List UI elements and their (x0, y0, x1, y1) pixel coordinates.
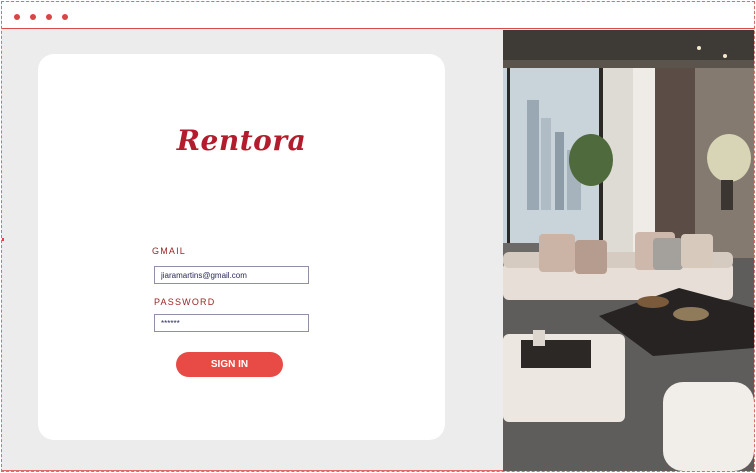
email-label: GMAIL (152, 246, 187, 256)
vase (721, 180, 733, 210)
page-content: Rentora GMAIL PASSWORD SIGN IN (2, 30, 754, 471)
living-room-photo (503, 30, 754, 471)
brand-logo: Rentora (176, 124, 307, 157)
decor-bowl (673, 307, 709, 321)
city-tower (555, 132, 564, 210)
window-titlebar (2, 2, 754, 29)
browser-window: Rentora GMAIL PASSWORD SIGN IN (1, 1, 755, 472)
email-field[interactable] (154, 266, 309, 284)
cushion (681, 234, 713, 268)
password-field[interactable] (154, 314, 309, 332)
window-frame (507, 68, 510, 243)
cushion (653, 238, 683, 270)
cushion (575, 240, 607, 274)
armchair (663, 382, 754, 471)
city-tower (527, 100, 539, 210)
ceiling-trim (503, 60, 754, 68)
sign-in-button[interactable]: SIGN IN (176, 352, 283, 377)
window-dot-icon[interactable] (46, 14, 52, 20)
flower-arrangement (707, 134, 751, 182)
cup (533, 330, 545, 346)
password-label: PASSWORD (154, 297, 216, 307)
window-dot-icon[interactable] (62, 14, 68, 20)
plant-leaves (569, 134, 613, 186)
ceiling-light-icon (697, 46, 701, 50)
living-room-illustration (503, 30, 754, 471)
login-card: Rentora GMAIL PASSWORD SIGN IN (38, 54, 445, 440)
cushion (539, 234, 575, 272)
window-dot-icon[interactable] (14, 14, 20, 20)
city-tower (541, 118, 551, 210)
tray (521, 340, 591, 368)
decor-bowl (637, 296, 669, 308)
ceiling-light-icon (723, 54, 727, 58)
window-dot-icon[interactable] (30, 14, 36, 20)
